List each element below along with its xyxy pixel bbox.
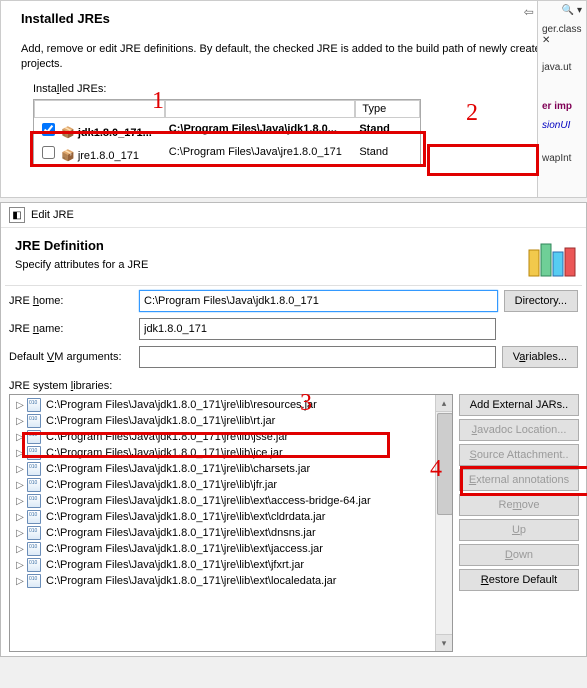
jre-name-input[interactable] — [139, 318, 496, 340]
lib-item[interactable]: ▷ C:\Program Files\Java\jdk1.8.0_171\jre\… — [10, 477, 452, 493]
installed-jres-label: Installed JREs: — [33, 83, 106, 95]
lib-path: C:\Program Files\Java\jdk1.8.0_171\jre\l… — [46, 479, 277, 491]
annotation-num-3: 3 — [300, 390, 312, 417]
jar-icon — [26, 574, 42, 588]
jar-icon — [26, 398, 42, 412]
expand-icon[interactable]: ▷ — [14, 496, 26, 507]
page-description: Add, remove or edit JRE definitions. By … — [1, 34, 586, 83]
page-title: Installed JREs — [21, 11, 110, 26]
up-button[interactable]: Up — [459, 519, 579, 541]
jre-definition-sub: Specify attributes for a JRE — [1, 259, 586, 285]
lib-item[interactable]: ▷ C:\Program Files\Java\jdk1.8.0_171\jre\… — [10, 557, 452, 573]
annotation-box-4 — [460, 466, 587, 496]
jar-icon — [26, 478, 42, 492]
source-attachment-button[interactable]: Source Attachment.. — [459, 444, 579, 466]
jre-home-label: JRE home: — [9, 295, 139, 307]
annotation-box-2 — [427, 144, 539, 176]
scrollbar[interactable]: ▴ ▾ — [435, 395, 452, 651]
expand-icon[interactable]: ▷ — [14, 576, 26, 587]
lib-path: C:\Program Files\Java\jdk1.8.0_171\jre\l… — [46, 463, 310, 475]
lib-path: C:\Program Files\Java\jdk1.8.0_171\jre\l… — [46, 543, 323, 555]
jre-definition-title: JRE Definition — [1, 228, 586, 259]
expand-icon[interactable]: ▷ — [14, 512, 26, 523]
col-type[interactable]: Type — [355, 100, 420, 118]
lib-item[interactable]: ▷ C:\Program Files\Java\jdk1.8.0_171\jre\… — [10, 525, 452, 541]
lib-path: C:\Program Files\Java\jdk1.8.0_171\jre\l… — [46, 575, 336, 587]
lib-item[interactable]: ▷ C:\Program Files\Java\jdk1.8.0_171\jre\… — [10, 461, 452, 477]
annotation-box-3 — [22, 432, 390, 458]
jar-icon — [26, 414, 42, 428]
remove-button[interactable]: Remove — [459, 494, 579, 516]
jar-icon — [26, 542, 42, 556]
editor-strip: 🔍 ▾ ger.class ✕ java.ut er imp sionUI wa… — [537, 1, 586, 197]
annotation-num-2: 2 — [466, 100, 478, 127]
expand-icon[interactable]: ▷ — [14, 416, 26, 427]
jar-icon — [26, 558, 42, 572]
lib-item[interactable]: ▷ C:\Program Files\Java\jdk1.8.0_171\jre\… — [10, 397, 452, 413]
restore-default-button[interactable]: Restore Default — [459, 569, 579, 591]
lib-item[interactable]: ▷ C:\Program Files\Java\jdk1.8.0_171\jre\… — [10, 413, 452, 429]
lib-item[interactable]: ▷ C:\Program Files\Java\jdk1.8.0_171\jre\… — [10, 493, 452, 509]
annotation-box-1 — [30, 131, 426, 167]
vm-args-input[interactable] — [139, 346, 496, 368]
lib-item[interactable]: ▷ C:\Program Files\Java\jdk1.8.0_171\jre\… — [10, 509, 452, 525]
lib-path: C:\Program Files\Java\jdk1.8.0_171\jre\l… — [46, 399, 317, 411]
vm-args-label: Default VM arguments: — [9, 351, 139, 363]
annotation-num-4: 4 — [430, 456, 442, 483]
books-icon — [525, 232, 581, 280]
expand-icon[interactable]: ▷ — [14, 528, 26, 539]
variables-button[interactable]: Variables... — [502, 346, 578, 368]
jre-name-label: JRE name: — [9, 323, 139, 335]
dialog-title: Edit JRE — [31, 209, 74, 221]
lib-path: C:\Program Files\Java\jdk1.8.0_171\jre\l… — [46, 527, 316, 539]
lib-path: C:\Program Files\Java\jdk1.8.0_171\jre\l… — [46, 559, 304, 571]
lib-path: C:\Program Files\Java\jdk1.8.0_171\jre\l… — [46, 415, 275, 427]
down-button[interactable]: Down — [459, 544, 579, 566]
lib-item[interactable]: ▷ C:\Program Files\Java\jdk1.8.0_171\jre\… — [10, 573, 452, 589]
scroll-down-icon[interactable]: ▾ — [436, 634, 452, 651]
jar-icon — [26, 462, 42, 476]
lib-path: C:\Program Files\Java\jdk1.8.0_171\jre\l… — [46, 511, 325, 523]
lib-path: C:\Program Files\Java\jdk1.8.0_171\jre\l… — [46, 495, 371, 507]
expand-icon[interactable]: ▷ — [14, 400, 26, 411]
javadoc-location-button[interactable]: Javadoc Location... — [459, 419, 579, 441]
expand-icon[interactable]: ▷ — [14, 480, 26, 491]
col-name[interactable] — [34, 100, 165, 118]
jar-icon — [26, 510, 42, 524]
lib-item[interactable]: ▷ C:\Program Files\Java\jdk1.8.0_171\jre\… — [10, 541, 452, 557]
jre-home-input[interactable] — [139, 290, 498, 312]
jar-icon — [26, 526, 42, 540]
add-external-jars-button[interactable]: Add External JARs.. — [459, 394, 579, 416]
scroll-up-icon[interactable]: ▴ — [436, 395, 452, 412]
annotation-num-1: 1 — [152, 88, 164, 115]
expand-icon[interactable]: ▷ — [14, 560, 26, 571]
expand-icon[interactable]: ▷ — [14, 544, 26, 555]
system-libs-label: JRE system libraries: — [9, 380, 112, 392]
window-icon: ◧ — [9, 207, 25, 223]
back-icon[interactable]: ⇦ — [524, 5, 534, 19]
expand-icon[interactable]: ▷ — [14, 464, 26, 475]
directory-button[interactable]: Directory... — [504, 290, 578, 312]
jar-icon — [26, 494, 42, 508]
col-location[interactable] — [165, 100, 356, 118]
